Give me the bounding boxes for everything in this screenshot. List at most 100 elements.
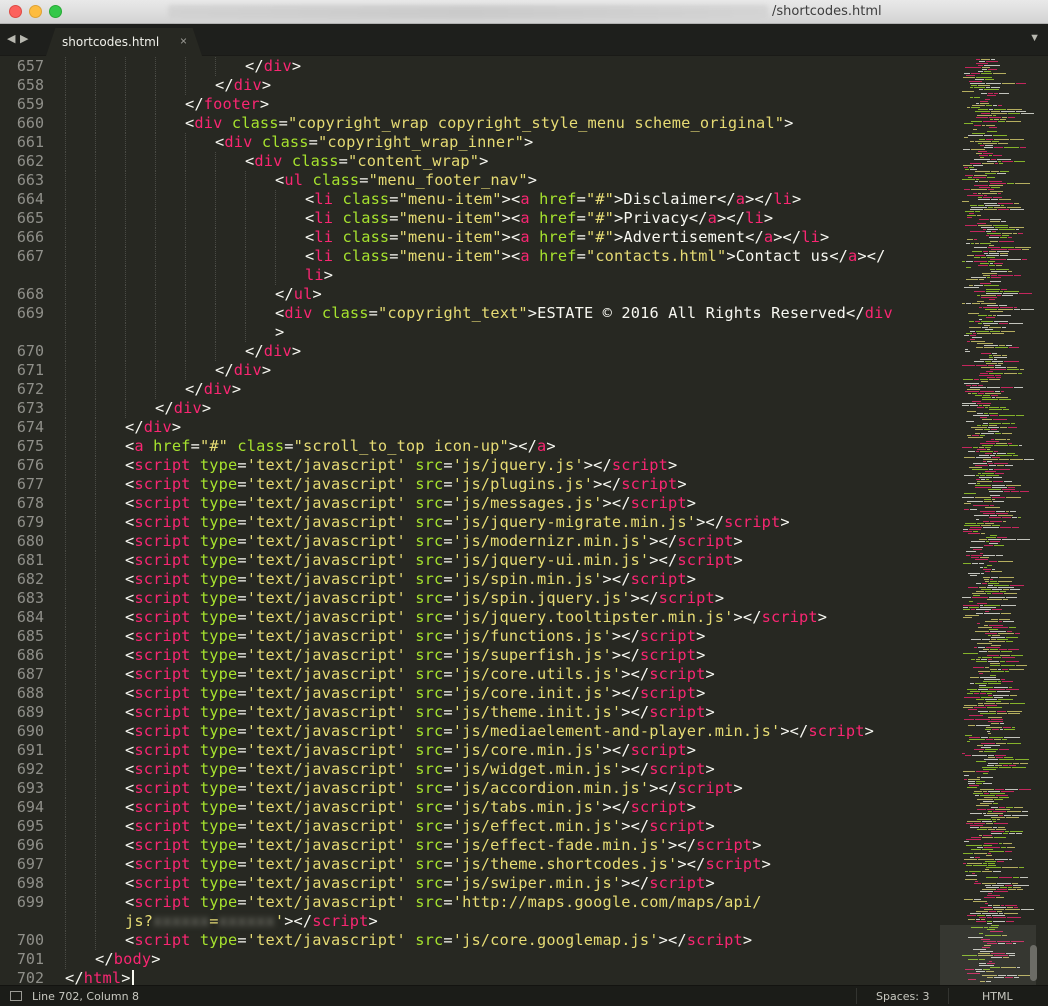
code-line[interactable]: <script type='text/javascript' src='js/m… [125, 722, 874, 741]
minimap-stroke [993, 921, 1005, 922]
minimap-viewport[interactable] [940, 925, 1036, 985]
minimap-stroke [1009, 859, 1012, 860]
syntax-selector[interactable]: HTML [982, 990, 1013, 1003]
code-line[interactable]: <script type='text/javascript' src='js/t… [125, 703, 715, 722]
minimap-stroke [1005, 885, 1012, 886]
code-line[interactable]: <script type='text/javascript' src='js/t… [125, 798, 696, 817]
scrollbar-thumb[interactable] [1030, 945, 1037, 981]
minimap-stroke [982, 67, 990, 68]
code-area[interactable]: </div> </div> </footer> <div class="copyrig… [65, 57, 945, 985]
code-line[interactable]: <script type='text/javascript' src='js/p… [125, 475, 687, 494]
window-close-button[interactable] [9, 5, 22, 18]
code-line[interactable]: <script type='text/javascript' src='js/s… [125, 646, 705, 665]
tab-nav-right-icon[interactable]: ▶ [20, 32, 28, 45]
minimap-stroke [984, 135, 992, 136]
minimap-stroke [999, 345, 1005, 346]
indent-guide [155, 323, 156, 342]
code-line[interactable]: </div> [245, 342, 301, 361]
minimap-stroke [985, 611, 989, 612]
code-line[interactable]: <script type='text/javascript' src='js/s… [125, 570, 696, 589]
code-line[interactable]: <script type='text/javascript' src='js/e… [125, 836, 762, 855]
code-line[interactable]: <script type='text/javascript' src='js/j… [125, 551, 743, 570]
code-line[interactable]: <script type='text/javascript' src='js/s… [125, 874, 715, 893]
code-line[interactable]: > [275, 323, 284, 342]
code-line[interactable]: </ul> [275, 285, 322, 304]
code-line[interactable]: <li class="menu-item"><a href="#">Advert… [305, 228, 829, 247]
code-line[interactable]: <script type='text/javascript' src='js/j… [125, 608, 827, 627]
code-line[interactable]: <script type='text/javascript' src='js/j… [125, 456, 677, 475]
window-minimize-button[interactable] [29, 5, 42, 18]
minimap-stroke [985, 361, 991, 362]
code-line[interactable]: <script type='text/javascript' src='js/a… [125, 779, 743, 798]
code-line[interactable]: </div> [245, 57, 301, 76]
minimap-stroke [977, 413, 983, 414]
code-line[interactable]: </footer> [185, 95, 269, 114]
code-line[interactable]: js?xxxxxx=xxxxxx'></script> [125, 912, 378, 931]
code-line[interactable]: <script type='text/javascript' src='js/f… [125, 627, 705, 646]
minimap-stroke [963, 853, 973, 854]
code-line[interactable]: <script type='text/javascript' src='js/c… [125, 665, 715, 684]
code-line[interactable]: <script type='text/javascript' src='js/m… [125, 494, 696, 513]
code-line[interactable]: <script type='text/javascript' src='js/w… [125, 760, 715, 779]
code-line[interactable]: <li class="menu-item"><a href="#">Discla… [305, 190, 801, 209]
minimap-stroke [1000, 307, 1013, 308]
window-maximize-button[interactable] [49, 5, 62, 18]
code-token: > [686, 798, 697, 816]
code-line[interactable]: <li class="menu-item"><a href="#">Privac… [305, 209, 773, 228]
code-line[interactable]: </div> [215, 361, 271, 380]
code-line[interactable]: <script type='text/javascript' src='js/c… [125, 931, 752, 950]
indent-guide [245, 285, 246, 304]
minimap-stroke [992, 397, 995, 398]
tab-shortcodes[interactable]: shortcodes.html × [46, 28, 202, 56]
minimap-stroke [1000, 237, 1007, 238]
code-line[interactable]: <div class="copyright_text">ESTATE © 201… [275, 304, 893, 323]
code-line[interactable]: <script type='text/javascript' src='js/c… [125, 741, 696, 760]
code-line[interactable]: <li class="menu-item"><a href="contacts.… [305, 247, 886, 266]
code-line[interactable]: li> [305, 266, 333, 285]
text-cursor [132, 970, 134, 985]
minimap-stroke [1003, 521, 1006, 522]
code-line[interactable]: </body> [95, 950, 161, 969]
code-line[interactable]: <script type='text/javascript' src='js/c… [125, 684, 705, 703]
minimap-stroke [972, 133, 985, 134]
code-editor[interactable]: 657 658 659 660 661 662 663 664 665 666 667 668 669 6… [0, 57, 1048, 985]
minimap-stroke [989, 629, 998, 630]
code-line[interactable]: <div class="copyright_wrap_inner"> [215, 133, 533, 152]
panel-toggle-icon[interactable] [10, 991, 22, 1001]
code-line[interactable]: <script type='text/javascript' src='js/s… [125, 589, 724, 608]
code-line[interactable]: <div class="copyright_wrap copyright_sty… [185, 114, 793, 133]
minimap-stroke [980, 379, 988, 380]
code-line[interactable]: </html> [65, 969, 131, 985]
indent-guide [95, 152, 96, 171]
tab-nav-left-icon[interactable]: ◀ [7, 32, 15, 45]
code-line[interactable]: </div> [185, 380, 241, 399]
code-line[interactable]: <script type='text/javascript' src='js/m… [125, 532, 743, 551]
code-line[interactable]: <script type='text/javascript' src='js/j… [125, 513, 790, 532]
minimap-stroke [994, 891, 1008, 892]
minimap-stroke [994, 451, 998, 452]
minimap-stroke [977, 115, 992, 116]
code-token: 'text/javascript' [246, 893, 406, 911]
code-line[interactable]: <div class="content_wrap"> [245, 152, 488, 171]
minimap-stroke [990, 515, 997, 516]
minimap-stroke [1015, 183, 1030, 184]
minimap-stroke [982, 273, 997, 274]
code-line[interactable]: <script type='text/javascript' src='http… [125, 893, 762, 912]
minimap-stroke [993, 501, 1004, 502]
indentation-setting[interactable]: Spaces: 3 [876, 990, 929, 1003]
minimap-stroke [1009, 669, 1024, 670]
code-line[interactable]: <script type='text/javascript' src='js/e… [125, 817, 715, 836]
code-line[interactable]: <a href="#" class="scroll_to_top icon-up… [125, 437, 556, 456]
code-token: a [520, 228, 530, 246]
code-token: > [291, 342, 302, 360]
code-line[interactable]: <ul class="menu_footer_nav"> [275, 171, 537, 190]
code-line[interactable]: <script type='text/javascript' src='js/t… [125, 855, 771, 874]
code-token: type [199, 817, 238, 835]
minimap[interactable] [940, 57, 1038, 985]
code-line[interactable]: </div> [215, 76, 271, 95]
code-line[interactable]: </div> [125, 418, 181, 437]
minimap-stroke [985, 329, 993, 330]
tab-close-icon[interactable]: × [180, 34, 187, 48]
tab-dropdown-icon[interactable]: ▼ [1029, 32, 1040, 44]
code-line[interactable]: </div> [155, 399, 211, 418]
